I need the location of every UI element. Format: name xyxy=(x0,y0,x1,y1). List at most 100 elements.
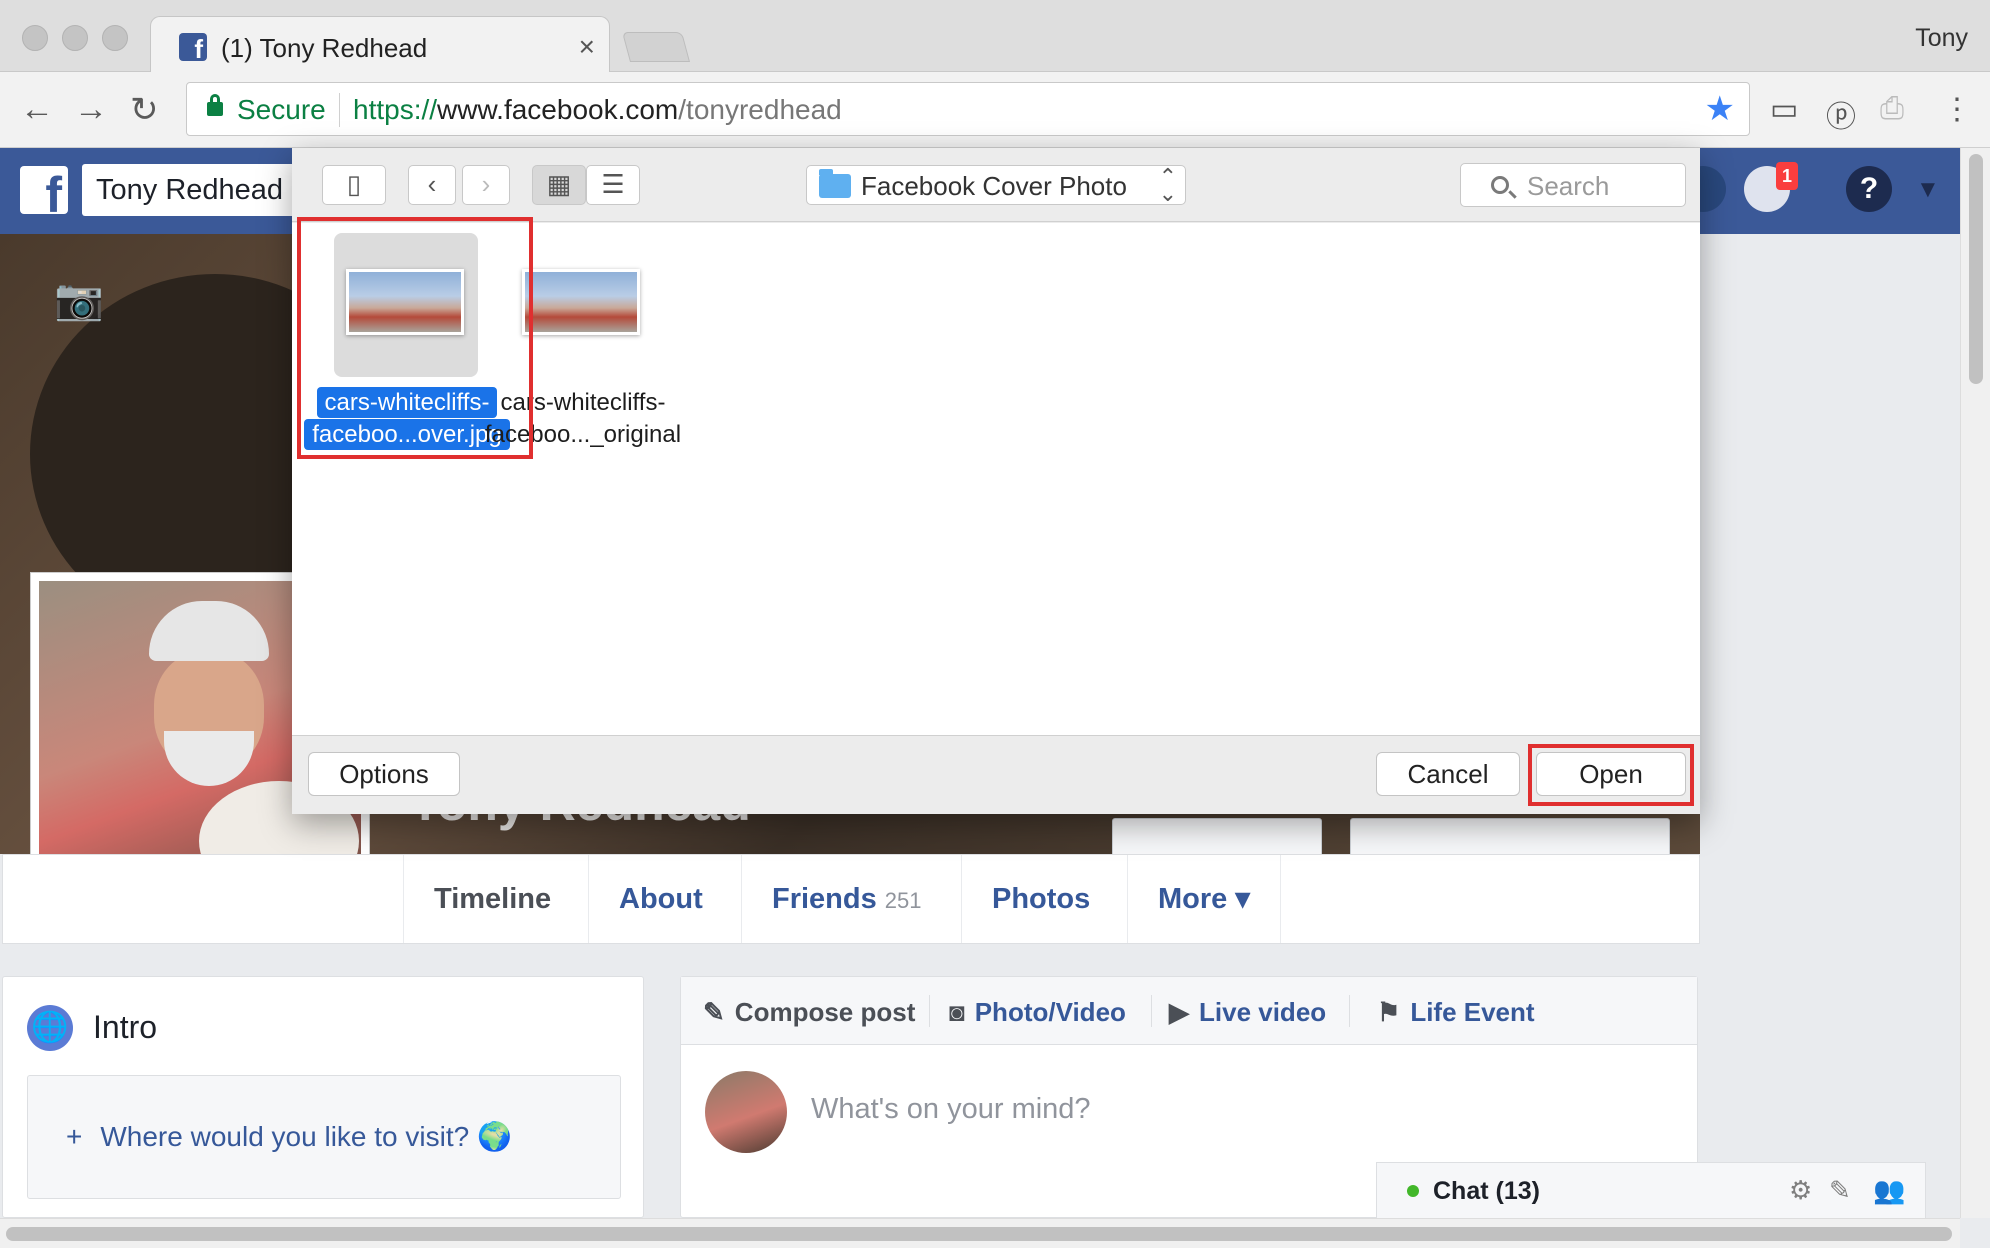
facebook-search-input[interactable]: Tony Redhead xyxy=(82,164,302,216)
chat-bar[interactable]: Chat (13) ⚙ ✎ 👥 xyxy=(1376,1162,1926,1218)
pinterest-icon[interactable]: ⓟ xyxy=(1826,92,1856,136)
menu-dots-icon[interactable]: ⋮ xyxy=(1942,92,1972,127)
chevron-left-icon: ‹ xyxy=(427,169,437,199)
tab-more[interactable]: More ▾ xyxy=(1127,855,1281,943)
video-camera-icon: ▶ xyxy=(1169,997,1189,1027)
help-icon[interactable]: ? xyxy=(1846,166,1892,212)
composer-avatar xyxy=(705,1071,787,1153)
forward-button[interactable]: › xyxy=(462,165,510,205)
tab-label: About xyxy=(619,883,703,915)
window-close-button[interactable] xyxy=(22,25,48,51)
composer-input[interactable]: What's on your mind? xyxy=(811,1093,1091,1126)
list-view-button[interactable]: ☰ xyxy=(586,165,640,205)
tab-label: Timeline xyxy=(434,883,552,915)
tab-separator xyxy=(1349,995,1350,1027)
tab-close-icon[interactable]: × xyxy=(579,31,595,63)
back-button[interactable]: ‹ xyxy=(408,165,456,205)
browser-tab-strip: f (1) Tony Redhead × Tony xyxy=(0,0,1990,73)
window-minimize-button[interactable] xyxy=(62,25,88,51)
secure-label: Secure xyxy=(237,94,326,125)
tab-friends[interactable]: Friends 251 xyxy=(741,855,951,943)
photo-video-tab[interactable]: ◙ Photo/Video xyxy=(949,997,1126,1028)
chat-label: Chat (13) xyxy=(1433,1177,1540,1205)
pencil-icon: ✎ xyxy=(703,997,725,1027)
live-video-tab[interactable]: ▶ Live video xyxy=(1169,997,1326,1028)
back-arrow-icon[interactable]: ← xyxy=(20,90,54,129)
visit-prompt-label: Where would you like to visit? 🌍 xyxy=(100,1121,512,1152)
life-event-label: Life Event xyxy=(1410,997,1535,1027)
sidebar-icon: ▯ xyxy=(346,169,362,199)
globe-icon: 🌐 xyxy=(27,1005,73,1051)
window-zoom-button[interactable] xyxy=(102,25,128,51)
life-event-tab[interactable]: ⚑ Life Event xyxy=(1377,997,1535,1028)
vertical-scrollbar[interactable] xyxy=(1960,148,1990,1218)
flag-icon: ⚑ xyxy=(1377,997,1401,1027)
camera-extension-icon[interactable]: ⎙ xyxy=(1880,92,1904,126)
list-icon: ☰ xyxy=(601,169,625,199)
tab-label: Photos xyxy=(992,883,1091,915)
vertical-scroll-thumb[interactable] xyxy=(1969,154,1983,384)
live-video-label: Live video xyxy=(1199,997,1327,1027)
cover-action-button[interactable] xyxy=(1112,818,1322,858)
browser-tab[interactable]: f (1) Tony Redhead × xyxy=(150,16,610,73)
intro-title: Intro xyxy=(93,1009,158,1045)
gear-icon[interactable]: ⚙ xyxy=(1789,1175,1812,1206)
facebook-logo-icon[interactable]: f xyxy=(20,166,68,214)
forward-arrow-icon[interactable]: → xyxy=(74,90,108,129)
chevron-updown-icon: ⌃ ⌄ xyxy=(1158,164,1177,206)
camera-icon[interactable]: 📷 xyxy=(54,276,104,323)
cover-action-button[interactable] xyxy=(1350,818,1670,858)
options-button[interactable]: Options xyxy=(308,752,460,796)
new-message-icon[interactable]: ✎ xyxy=(1829,1175,1851,1206)
url-text[interactable]: https://www.facebook.com/tonyredhead xyxy=(353,94,842,126)
folder-name: Facebook Cover Photo xyxy=(861,171,1127,201)
chevron-right-icon: › xyxy=(481,169,491,199)
file-open-dialog: ▯ ‹ › ▦ ☰ Facebook Cover Photo ⌃ ⌄ Search… xyxy=(292,148,1700,814)
plus-icon: + xyxy=(66,1121,83,1152)
group-chat-icon[interactable]: 👥 xyxy=(1873,1175,1905,1206)
composer-tabs: ✎ Compose post ◙ Photo/Video ▶ Live video ⚑… xyxy=(681,977,1697,1045)
visit-prompt-box[interactable]: + Where would you like to visit? 🌍 xyxy=(27,1075,621,1199)
camera-icon: ◙ xyxy=(949,997,965,1027)
compose-post-label: Compose post xyxy=(734,997,916,1027)
icon-view-button[interactable]: ▦ xyxy=(532,165,586,205)
compose-post-tab[interactable]: ✎ Compose post xyxy=(703,997,915,1028)
lock-icon xyxy=(207,94,223,116)
dialog-search-input[interactable]: Search xyxy=(1460,163,1686,207)
intro-card: 🌐 Intro + Where would you like to visit? … xyxy=(2,976,644,1218)
tab-separator xyxy=(929,995,930,1027)
visit-prompt-text[interactable]: + Where would you like to visit? 🌍 xyxy=(66,1120,512,1153)
grid-icon: ▦ xyxy=(546,169,572,199)
cancel-button[interactable]: Cancel xyxy=(1376,752,1520,796)
bookmark-star-icon[interactable]: ★ xyxy=(1705,89,1735,129)
cast-icon[interactable]: ▭ xyxy=(1770,92,1798,127)
tab-photos[interactable]: Photos xyxy=(961,855,1120,943)
search-placeholder: Search xyxy=(1527,171,1610,201)
sidebar-toggle-button[interactable]: ▯ xyxy=(322,165,386,205)
tab-about[interactable]: About xyxy=(588,855,733,943)
profile-cap-shape xyxy=(149,601,269,661)
tab-timeline[interactable]: Timeline xyxy=(403,855,581,943)
reload-icon[interactable]: ↻ xyxy=(130,90,159,130)
dialog-toolbar: ▯ ‹ › ▦ ☰ Facebook Cover Photo ⌃ ⌄ Search xyxy=(292,148,1700,222)
horizontal-scrollbar[interactable] xyxy=(0,1218,1960,1248)
photo-video-label: Photo/Video xyxy=(974,997,1126,1027)
tab-title: (1) Tony Redhead xyxy=(221,33,428,63)
new-tab-button[interactable] xyxy=(621,32,691,62)
tab-separator xyxy=(1151,995,1152,1027)
open-button-highlight xyxy=(1528,744,1694,806)
file-browser: cars-whitecliffs- faceboo...over.jpg car… xyxy=(292,217,1700,735)
dialog-footer: Options Cancel Open xyxy=(292,735,1700,814)
url-path: /tonyredhead xyxy=(678,94,842,125)
account-menu-chevron-icon[interactable]: ▼ xyxy=(1916,176,1940,204)
profile-name[interactable]: Tony xyxy=(1915,24,1968,53)
tab-label: Friends xyxy=(772,883,877,915)
search-icon xyxy=(1491,176,1509,194)
notification-badge: 1 xyxy=(1776,162,1798,190)
selected-file-highlight xyxy=(297,217,533,459)
folder-location-popup[interactable]: Facebook Cover Photo ⌃ ⌄ xyxy=(806,165,1186,205)
horizontal-scroll-thumb[interactable] xyxy=(6,1227,1952,1241)
url-separator xyxy=(339,93,340,127)
address-bar[interactable]: Secure https://www.facebook.com/tonyredh… xyxy=(186,82,1750,136)
folder-icon xyxy=(819,169,851,198)
